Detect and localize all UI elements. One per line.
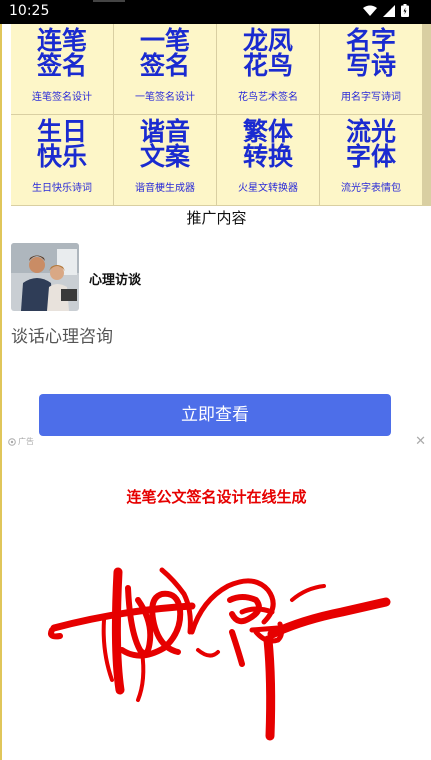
ad-info-icon xyxy=(8,437,16,446)
tool-label: 谐音梗生成器 xyxy=(135,183,195,194)
close-icon[interactable]: ✕ xyxy=(415,434,426,449)
tool-flowing-font[interactable]: 流光 字体 流光字表情包 xyxy=(320,115,422,205)
tool-label: 一笔签名设计 xyxy=(135,92,195,103)
tool-flower-bird-signature[interactable]: 龙凤 花鸟 花鸟艺术签名 xyxy=(217,24,319,114)
tool-label: 流光字表情包 xyxy=(341,183,401,194)
tool-yibi-signature[interactable]: 一笔 签名 一笔签名设计 xyxy=(114,24,216,114)
tool-label: 用名字写诗词 xyxy=(341,92,401,103)
battery-icon xyxy=(401,4,409,17)
tools-grid: 连笔 签名 连笔签名设计 一笔 签名 一笔签名设计 龙凤 花鸟 花鸟艺术签名 名字 写诗… xyxy=(11,24,431,206)
tool-icon-longfeng: 龙凤 花鸟 xyxy=(242,26,293,80)
tool-lianbi-signature[interactable]: 连笔 签名 连笔签名设计 xyxy=(11,24,113,114)
tool-icon-birthday: 生日 快乐 xyxy=(36,117,87,171)
camera-notch xyxy=(93,0,125,2)
tool-label: 连笔签名设计 xyxy=(32,92,92,103)
wifi-icon xyxy=(363,5,377,16)
tool-birthday-poem[interactable]: 生日 快乐 生日快乐诗词 xyxy=(11,115,113,205)
tool-icon-traditional: 繁体 转换 xyxy=(242,117,293,171)
tool-martian-converter[interactable]: 繁体 转换 火星文转换器 xyxy=(217,115,319,205)
section-title: 连笔公文签名设计在线生成 xyxy=(126,489,307,506)
tool-icon-yibi: 一笔 签名 xyxy=(139,26,190,80)
status-icons xyxy=(363,4,409,17)
ad-tag-text: 广告 xyxy=(18,437,34,446)
status-bar: 10:25 xyxy=(0,0,431,24)
tool-icon-lianbi: 连笔 签名 xyxy=(36,26,87,80)
tool-label: 生日快乐诗词 xyxy=(32,183,92,194)
tool-label: 花鸟艺术签名 xyxy=(238,92,298,103)
signature-image xyxy=(48,567,391,741)
tool-label: 火星文转换器 xyxy=(238,183,298,194)
ad-label: 广告 xyxy=(8,436,34,447)
tool-icon-flowing-font: 流光 字体 xyxy=(345,117,396,171)
tool-name-poem[interactable]: 名字 写诗 用名字写诗词 xyxy=(320,24,422,114)
ad-title[interactable]: 心理访谈 xyxy=(89,269,141,288)
tool-icon-name-poem: 名字 写诗 xyxy=(345,26,396,80)
status-time: 10:25 xyxy=(9,3,50,19)
tool-icon-pun: 谐音 文案 xyxy=(139,117,190,171)
ad-thumbnail[interactable] xyxy=(11,243,79,311)
page-content: 连笔 签名 连笔签名设计 一笔 签名 一笔签名设计 龙凤 花鸟 花鸟艺术签名 名字 写诗… xyxy=(0,24,431,760)
promo-title: 推广内容 xyxy=(186,209,247,227)
tool-pun-generator[interactable]: 谐音 文案 谐音梗生成器 xyxy=(114,115,216,205)
ad-view-now-button[interactable]: 立即查看 xyxy=(39,394,391,436)
ad-description[interactable]: 谈话心理咨询 xyxy=(11,322,113,347)
signal-icon xyxy=(383,4,395,17)
